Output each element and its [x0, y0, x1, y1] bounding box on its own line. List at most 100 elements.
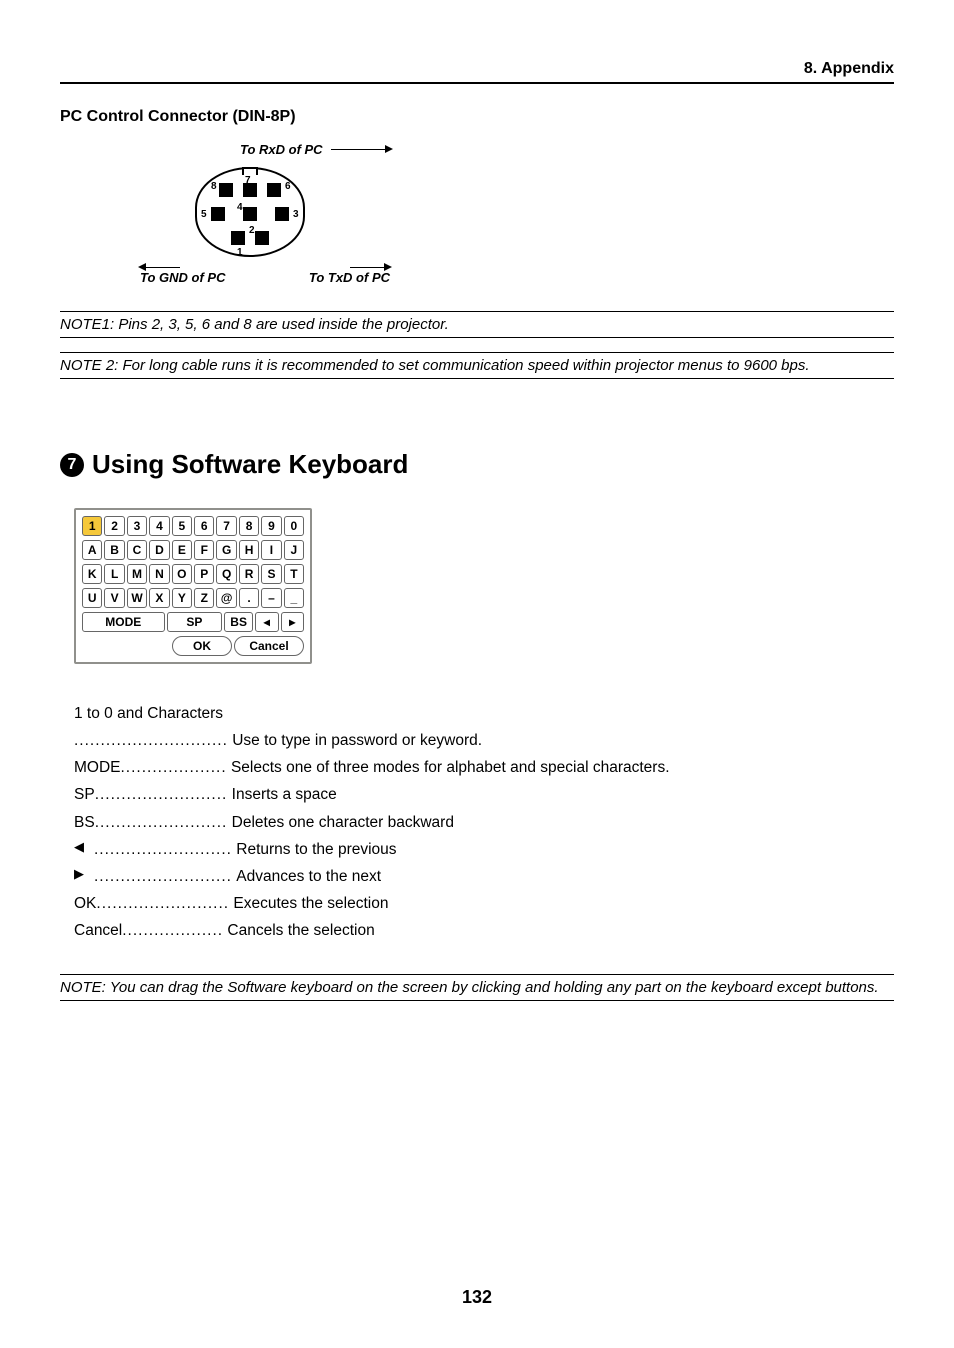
definition-row: ............................. Use to typ…: [74, 727, 894, 754]
left-triangle-icon: ◀: [74, 836, 94, 863]
page-number: 132: [0, 1287, 954, 1308]
key-2[interactable]: 2: [104, 516, 124, 536]
definition-dots: ..........................: [94, 836, 232, 863]
key-k[interactable]: K: [82, 564, 102, 584]
key-f[interactable]: F: [194, 540, 214, 560]
key-1[interactable]: 1: [82, 516, 102, 536]
key-cancel[interactable]: Cancel: [234, 636, 304, 656]
key-left[interactable]: ◂: [255, 612, 278, 632]
key-6[interactable]: 6: [194, 516, 214, 536]
key-i[interactable]: I: [261, 540, 281, 560]
definition-row: ◀ .......................... Returns to …: [74, 836, 894, 863]
key-a[interactable]: A: [82, 540, 102, 560]
section-title-text: Using Software Keyboard: [92, 449, 408, 480]
key-3[interactable]: 3: [127, 516, 147, 536]
key-8[interactable]: 8: [239, 516, 259, 536]
definition-desc: Inserts a space: [232, 781, 337, 808]
key-sp[interactable]: SP: [167, 612, 223, 632]
key-c[interactable]: C: [127, 540, 147, 560]
keyboard-row-2: A B C D E F G H I J: [82, 540, 304, 560]
pin-5-label: 5: [201, 209, 207, 220]
right-triangle-icon: ▶: [74, 863, 94, 890]
key-m[interactable]: M: [127, 564, 147, 584]
keyboard-row-3: K L M N O P Q R S T: [82, 564, 304, 584]
key-l[interactable]: L: [104, 564, 124, 584]
definition-desc: Executes the selection: [233, 890, 388, 917]
key-s[interactable]: S: [261, 564, 281, 584]
note-1: NOTE1: Pins 2, 3, 5, 6 and 8 are used in…: [60, 311, 894, 338]
key-u[interactable]: U: [82, 588, 102, 608]
key-5[interactable]: 5: [172, 516, 192, 536]
key-dot[interactable]: .: [239, 588, 259, 608]
key-z[interactable]: Z: [194, 588, 214, 608]
definition-row: SP ......................... Inserts a s…: [74, 781, 894, 808]
definition-dots: .............................: [74, 727, 228, 754]
key-g[interactable]: G: [216, 540, 236, 560]
rxd-label: To RxD of PC: [240, 142, 323, 157]
pin-4-label: 4: [237, 202, 243, 213]
note-2: NOTE 2: For long cable runs it is recomm…: [60, 352, 894, 379]
key-p[interactable]: P: [194, 564, 214, 584]
definition-row: ▶ .......................... Advances to…: [74, 863, 894, 890]
pin-3-label: 3: [293, 209, 299, 220]
keyboard-row-4: U V W X Y Z @ . – _: [82, 588, 304, 608]
pin-8-label: 8: [211, 181, 217, 192]
arrow-left-icon: [140, 267, 180, 268]
key-ok[interactable]: OK: [172, 636, 232, 656]
key-h[interactable]: H: [239, 540, 259, 560]
connector-diagram: To RxD of PC 8 7 6 5 4 3 2 1 To GND of P…: [100, 142, 894, 285]
definition-desc: Selects one of three modes for alphabet …: [231, 754, 670, 781]
key-y[interactable]: Y: [172, 588, 192, 608]
section-number-icon: 7: [60, 453, 84, 477]
definition-row: Cancel ................... Cancels the s…: [74, 917, 894, 944]
key-4[interactable]: 4: [149, 516, 169, 536]
pin-7-label: 7: [245, 175, 251, 186]
key-right[interactable]: ▸: [281, 612, 304, 632]
key-dash[interactable]: –: [261, 588, 281, 608]
chapter-header: 8. Appendix: [60, 60, 894, 84]
key-w[interactable]: W: [127, 588, 147, 608]
key-d[interactable]: D: [149, 540, 169, 560]
key-7[interactable]: 7: [216, 516, 236, 536]
gnd-label: To GND of PC: [140, 270, 225, 285]
key-bs[interactable]: BS: [224, 612, 253, 632]
definition-dots: .........................: [96, 890, 229, 917]
key-0[interactable]: 0: [284, 516, 304, 536]
key-t[interactable]: T: [284, 564, 304, 584]
key-at[interactable]: @: [216, 588, 236, 608]
definition-term: Cancel: [74, 917, 122, 944]
definition-term: BS: [74, 809, 95, 836]
definitions-list: 1 to 0 and Characters ..................…: [74, 700, 894, 944]
key-x[interactable]: X: [149, 588, 169, 608]
keyboard-row-5: MODE SP BS ◂ ▸: [82, 612, 304, 632]
definition-dots: ....................: [121, 754, 227, 781]
pin-1-label: 1: [237, 247, 243, 258]
arrow-right-icon: [331, 149, 391, 150]
key-underscore[interactable]: _: [284, 588, 304, 608]
definition-dots: ...................: [122, 917, 223, 944]
key-o[interactable]: O: [172, 564, 192, 584]
key-mode[interactable]: MODE: [82, 612, 165, 632]
pin-6-label: 6: [285, 181, 291, 192]
key-b[interactable]: B: [104, 540, 124, 560]
definition-desc: Use to type in password or keyword.: [232, 727, 482, 754]
key-n[interactable]: N: [149, 564, 169, 584]
pin-2-label: 2: [249, 225, 255, 236]
key-j[interactable]: J: [284, 540, 304, 560]
definition-dots: ..........................: [94, 863, 232, 890]
definition-term: MODE: [74, 754, 121, 781]
definition-desc: Cancels the selection: [227, 917, 374, 944]
din-shell-icon: 8 7 6 5 4 3 2 1: [195, 167, 305, 257]
definition-term: OK: [74, 890, 96, 917]
key-9[interactable]: 9: [261, 516, 281, 536]
software-keyboard[interactable]: 1 2 3 4 5 6 7 8 9 0 A B C D E F G H I J …: [74, 508, 312, 664]
key-r[interactable]: R: [239, 564, 259, 584]
definition-row: MODE .................... Selects one of…: [74, 754, 894, 781]
arrow-right-icon: [350, 267, 390, 268]
key-v[interactable]: V: [104, 588, 124, 608]
definition-term: SP: [74, 781, 95, 808]
key-q[interactable]: Q: [216, 564, 236, 584]
key-e[interactable]: E: [172, 540, 192, 560]
note-final: NOTE: You can drag the Software keyboard…: [60, 974, 894, 1001]
keyboard-row-1: 1 2 3 4 5 6 7 8 9 0: [82, 516, 304, 536]
